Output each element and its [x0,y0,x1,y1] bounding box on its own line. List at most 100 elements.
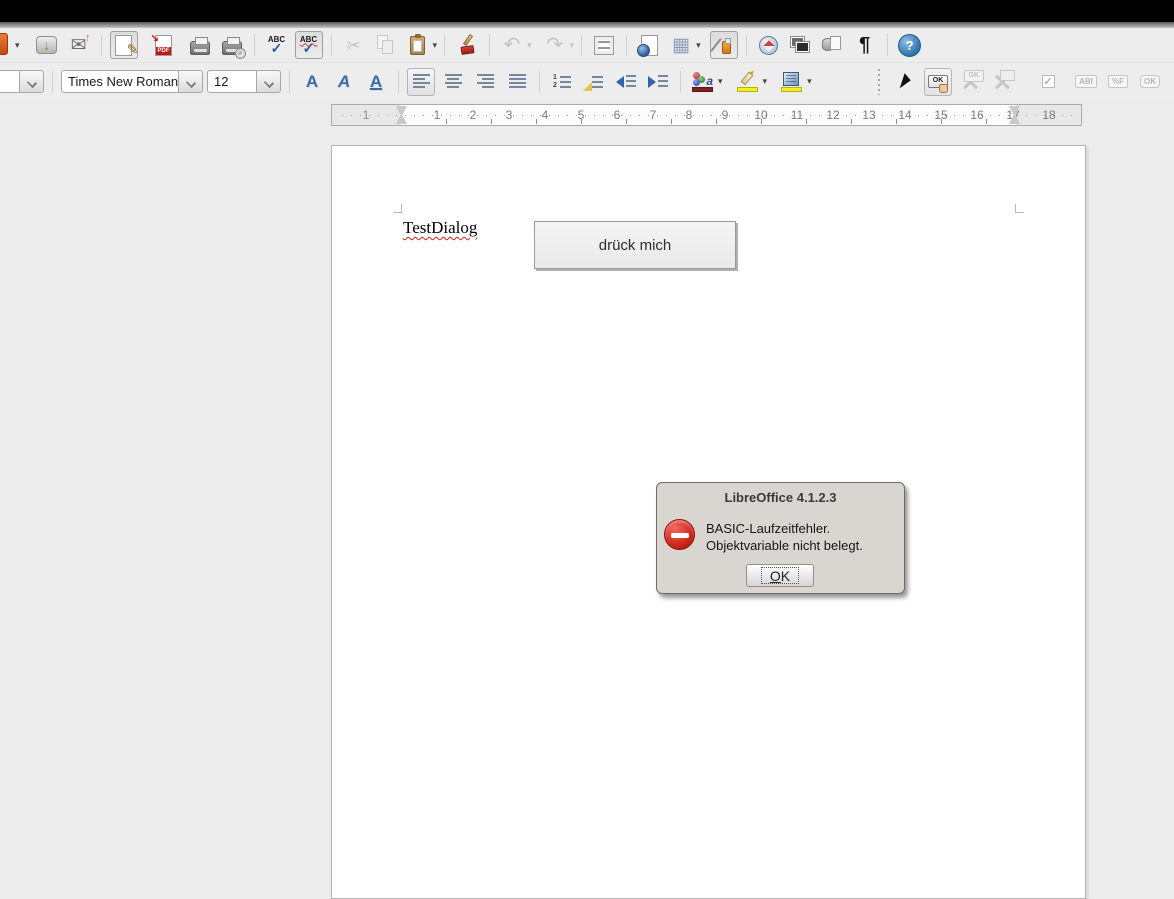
align-left-button[interactable] [407,68,435,96]
find-replace-icon [594,36,614,55]
gallery-button[interactable] [787,31,815,59]
insert-table-dropdown[interactable]: ▾ [696,40,701,51]
ruler-number: 14 [896,108,913,122]
bullet-list-icon [585,74,603,90]
scissors-icon: ✂ [346,37,360,54]
bold-button[interactable]: A [298,68,326,96]
save-button[interactable]: ↓ [33,31,61,59]
insert-table-button[interactable]: ▦ [667,31,695,59]
align-center-button[interactable] [439,68,467,96]
toolbar-separator [444,34,445,56]
error-ok-button[interactable]: OK [746,564,814,587]
redo-button: ↷ [541,31,569,59]
ruler-margin-number: 1 [361,108,372,122]
new-document-dropdown[interactable]: ▾ [15,40,20,51]
pencil-icon: ✎ [127,41,139,58]
font-name-combo[interactable]: Times New Roman [61,70,203,93]
standard-toolbar: ▾ ↓ ✉ ↑ ✎ PDF ↘ ABC ✓ [0,28,1174,63]
spellcheck-icon: ABC ✓ [268,36,285,55]
bullet-list-button[interactable] [580,68,608,96]
select-tool-button[interactable] [892,68,920,96]
edit-mode-button[interactable]: ✎ [110,31,138,59]
error-dialog: LibreOffice 4.1.2.3 BASIC-Laufzeitfehler… [656,482,905,594]
italic-button[interactable]: A [330,68,358,96]
toolbar-separator [489,34,490,56]
paste-button[interactable] [404,31,432,59]
decrease-indent-icon [616,76,624,88]
hyperlink-button[interactable] [635,31,663,59]
form-properties-button [988,68,1016,96]
font-name-dropdown[interactable] [179,70,203,93]
ruler-bar: 1 123456789101112131415161718 [0,100,1174,130]
highlighting-button[interactable] [734,68,762,96]
horizontal-ruler[interactable]: 1 123456789101112131415161718 [331,104,1082,126]
font-size-dropdown[interactable] [257,70,281,93]
paragraph-background-button[interactable] [778,68,806,96]
ruler-number: 18 [1040,108,1057,122]
align-right-button[interactable] [471,68,499,96]
help-button[interactable]: ? [896,31,924,59]
formatting-marks-button[interactable]: ¶ [851,31,879,59]
clone-formatting-button[interactable] [453,31,481,59]
clipboard-icon [410,36,425,55]
auto-spellcheck-button[interactable]: ABC ✓ [295,31,323,59]
cut-button: ✂ [340,31,368,59]
error-message-line2: Objektvariable nicht belegt. [706,537,863,554]
align-right-icon [477,74,494,89]
paragraph-background-dropdown[interactable]: ▾ [807,76,812,87]
new-document-icon[interactable] [0,33,8,55]
print-button[interactable] [186,31,214,59]
text-boundary-corner-topleft [393,204,402,213]
paragraph-background-icon [781,72,803,92]
font-color-button[interactable]: a [689,68,717,96]
show-draw-functions-button[interactable] [710,31,738,59]
decrease-indent-button[interactable] [612,68,640,96]
font-name-value[interactable]: Times New Roman [61,70,179,93]
underline-icon: A [370,72,382,92]
paragraph-style-dropdown[interactable] [20,70,44,93]
numbered-list-button[interactable]: 12 [548,68,576,96]
copy-button [372,31,400,59]
toolbar-separator [254,34,255,56]
find-replace-button[interactable] [590,31,618,59]
toolbar-separator [331,34,332,56]
toolbar-separator [289,71,290,93]
ruler-number: 11 [789,108,805,122]
font-size-value[interactable]: 12 [207,70,257,93]
paste-dropdown[interactable]: ▾ [433,40,438,51]
font-color-dropdown[interactable]: ▾ [718,76,723,87]
ruler-tick-dots [342,115,1075,116]
drueck-mich-button[interactable]: drück mich [534,221,736,269]
justify-button[interactable] [503,68,531,96]
navigator-button[interactable] [755,31,783,59]
push-button-tool[interactable]: OK [924,68,952,96]
data-sources-button[interactable] [819,31,847,59]
form-controls-toolbar: OK OK ✓ ABI %F OK [876,63,1166,100]
paragraph-style-value[interactable] [0,70,20,93]
paintbrush-handle-icon [463,34,473,46]
increase-indent-button[interactable] [644,68,672,96]
ruler-number: 5 [576,108,587,122]
toolbar-separator [887,34,888,56]
printer-icon [190,41,210,55]
italic-icon: A [338,72,350,92]
ruler-number: 1 [432,108,443,122]
toolbar-grip-handle[interactable] [876,69,882,95]
textbox-tool-button: ABI [1072,68,1100,96]
email-button[interactable]: ✉ ↑ [65,31,93,59]
paragraph-style-combo[interactable] [2,70,44,93]
toolbar-separator [626,34,627,56]
underline-button[interactable]: A [362,68,390,96]
print-preview-button[interactable] [218,31,246,59]
highlighting-dropdown[interactable]: ▾ [763,76,768,87]
ruler-number: 7 [648,108,659,122]
redo-icon: ↷ [546,35,563,55]
document-heading-text[interactable]: TestDialog [403,218,477,238]
ruler-number: 12 [824,108,841,122]
spelling-button[interactable]: ABC ✓ [263,31,291,59]
font-size-combo[interactable]: 12 [207,70,281,93]
error-dialog-title: LibreOffice 4.1.2.3 [657,490,904,505]
error-message: BASIC-Laufzeitfehler. Objektvariable nic… [706,520,863,554]
application-window: ▾ ↓ ✉ ↑ ✎ PDF ↘ ABC ✓ [0,0,1174,899]
export-pdf-button[interactable]: PDF ↘ [150,31,178,59]
